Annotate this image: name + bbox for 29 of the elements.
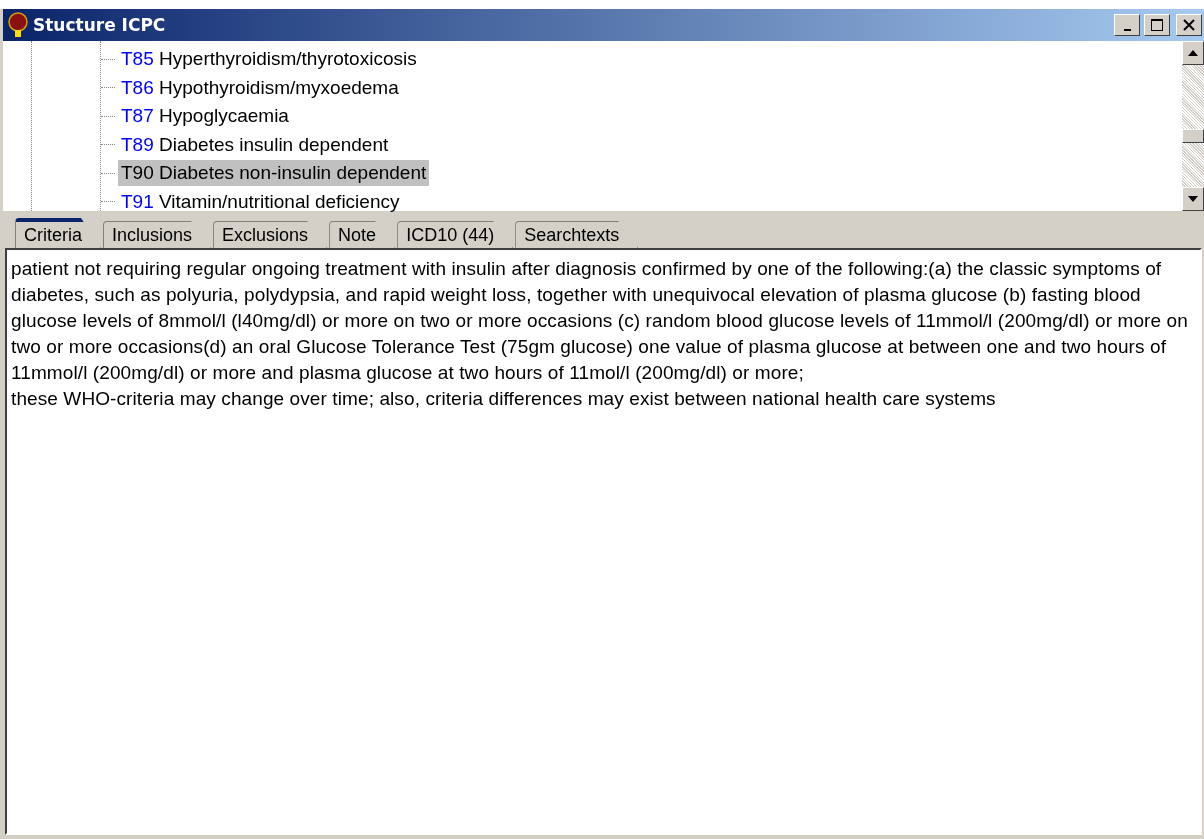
tab[interactable]: Criteria (15, 218, 101, 248)
maximize-icon (1150, 18, 1164, 32)
tree-item[interactable]: T89 Diabetes insulin dependent (118, 131, 392, 158)
tree-item[interactable]: T87 Hypoglycaemia (118, 103, 292, 130)
maximize-button[interactable] (1144, 14, 1170, 36)
app-icon (7, 12, 29, 38)
tab[interactable]: ICD10 (44) (397, 221, 514, 248)
paragraph: patient not requiring regular ongoing treatment with insulin after diagnosis confirmed by one of the following:(a) the classic symptoms of diabetes, such as polyuria, polydypsia, and rapid weight loss, together with unequivocal elevation of plasma glucose (b) fasting blood glucose levels of 8mmol/l (l40mg/dl) or more on two or more occasions (c) random blood glucose levels of 11mmol/l (200mg/dl) or more on two or more occasions(d) an oral Glucose Tolerance Test (75gm glucose) one value of plasma glucose at between one and two hours of 11mmol/l (200mg/dl) or more and plasma glucose at two hours of 11mol/l (200mg/dl) or more; (11, 257, 1189, 385)
window-title: Stucture ICPC (33, 15, 167, 35)
tree-item[interactable]: T90 Diabetes non-insulin dependent (118, 160, 430, 187)
minimize-icon (1123, 28, 1131, 31)
text-area[interactable] (5, 248, 1202, 835)
close-icon (1182, 18, 1196, 32)
paragraph: these WHO-criteria may change over time; also, criteria differences may exist between national health care systems (11, 387, 997, 411)
up-arrow-icon (1188, 50, 1198, 56)
tree-item[interactable]: T85 Hyperthyroidism/thyrotoxicosis (118, 46, 420, 73)
tab[interactable]: Inclusions (103, 221, 212, 248)
minimize-button[interactable] (1114, 14, 1140, 36)
scrollbar[interactable] (1182, 41, 1204, 211)
tree-item[interactable]: T86 Hypothyroidism/myxoedema (118, 74, 402, 101)
scroll-thumb[interactable] (1182, 129, 1204, 143)
tree-item[interactable]: T91 Vitamin/nutritional deficiency (118, 188, 403, 215)
tab[interactable]: Searchtexts (515, 221, 639, 248)
tab[interactable]: Note (329, 221, 396, 248)
scroll-up-button[interactable] (1182, 41, 1204, 65)
down-arrow-icon (1188, 196, 1198, 202)
close-button[interactable] (1176, 14, 1202, 36)
tab[interactable]: Exclusions (213, 221, 328, 248)
scroll-down-button[interactable] (1182, 187, 1204, 211)
